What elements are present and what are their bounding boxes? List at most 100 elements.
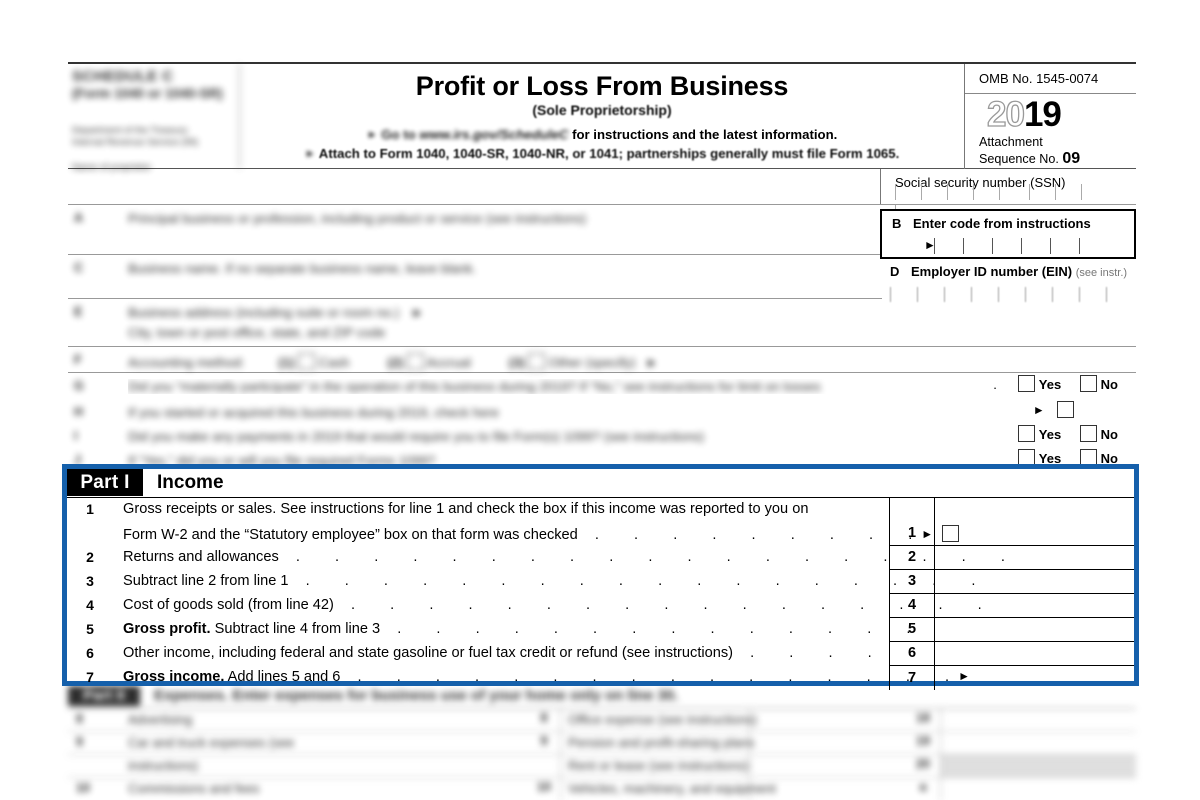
schedule-c-form-page: SCHEDULE C (Form 1040 or 1040-SR) Depart… (0, 0, 1200, 800)
part-2-row: 8 Advertising 8 Office expense (see inst… (68, 709, 1136, 732)
checkbox-other[interactable] (528, 353, 546, 370)
value-input-line-1[interactable] (934, 498, 1134, 545)
line-text: Cost of goods sold (from line 42) . . . … (123, 597, 991, 613)
line-text: Subtract line 2 from line 1 . . . . . . … (123, 573, 984, 589)
part-2-line-text: Car and truck expenses (see (128, 735, 295, 750)
box-d-label-wrap: D Employer ID number (EIN) (see instr.) (882, 261, 1136, 279)
ssn-cell[interactable]: Social security number (SSN) (880, 169, 1136, 221)
line-text-continued: Form W-2 and the “Statutory employee” bo… (123, 525, 960, 543)
line-e-row: E Business address (including suite or r… (68, 299, 1136, 347)
line-i-text: Did you make any payments in 2019 that w… (128, 429, 705, 444)
line-number: 1 (86, 501, 94, 517)
label-g-no: No (1100, 377, 1118, 392)
ssn-tick-marks (895, 184, 1127, 221)
part-2-line-text: Advertising (128, 712, 193, 727)
department-line-2: Internal Revenue Service (99) (72, 137, 199, 149)
leader-dots: . . . . . . . . . . . . . . . . (344, 669, 959, 685)
value-row-number: 4 (907, 597, 917, 613)
part-2-line-number: 10 (76, 781, 90, 795)
line-i-row: I Did you make any payments in 2019 that… (68, 423, 1136, 447)
line-label: Add lines 5 and 6 (227, 669, 341, 685)
value-row: 6 (890, 642, 1134, 666)
value-input-line-2[interactable] (934, 546, 1134, 569)
value-row-number: 1 (907, 525, 917, 541)
line-e-text-main: Business address (including suite or roo… (128, 305, 400, 320)
line-label: Subtract line 2 from line 1 (123, 573, 289, 589)
department-line-1: Department of the Treasury (72, 124, 188, 136)
part-2-value-cell-right[interactable] (940, 709, 1136, 731)
value-row-number: 3 (907, 573, 917, 589)
value-row: 2 (890, 546, 1134, 570)
line-f-row: F Accounting method: (1) Cash (2) Accrua… (68, 347, 1136, 373)
value-input-line-4[interactable] (934, 594, 1134, 617)
line-e-text: Business address (including suite or roo… (128, 305, 424, 320)
box-b-tick-marks: ► (924, 238, 1132, 256)
leader-dots: . . . . . . . . . (581, 527, 922, 543)
checkbox-i-no[interactable] (1079, 425, 1097, 442)
line-label: Returns and allowances (123, 549, 279, 565)
line-text: Returns and allowances . . . . . . . . .… (123, 549, 1014, 565)
bullet-triangle-icon: ► (366, 129, 378, 142)
line-g-text-wrap: Did you “materially participate” in the … (128, 379, 1018, 394)
proprietor-ssn-row: Social security number (SSN) (68, 169, 1136, 221)
value-row: 3 (890, 570, 1134, 594)
part-2-box-number: 8 (540, 711, 548, 725)
checkbox-i-yes[interactable] (1017, 425, 1035, 442)
option-label-cash: Cash (318, 355, 350, 370)
value-input-line-7[interactable] (934, 666, 1134, 690)
part-2-row: 10 Commissions and fees 10 Vehicles, mac… (68, 778, 1136, 800)
part-1-header: Part I Income (67, 469, 1134, 498)
checkbox-h[interactable] (1057, 401, 1075, 418)
line-number: 5 (86, 621, 94, 637)
part-2-line-number: 9 (76, 735, 83, 749)
line-number: 3 (86, 573, 94, 589)
go-to-suffix: for instructions and the latest informat… (572, 127, 838, 143)
option-label-other: Other (specify) (549, 355, 636, 370)
line-h-text: If you started or acquired this business… (128, 405, 499, 420)
line-i-answer-group: Yes No (1017, 425, 1132, 444)
checkbox-cash[interactable] (298, 353, 316, 370)
line-e-text-2: City, town or post office, state, and ZI… (128, 325, 386, 340)
label-i-yes: Yes (1038, 427, 1062, 442)
bullet-triangle-icon-2: ► (304, 148, 316, 161)
part-2-box-number-right: a (919, 780, 927, 794)
attach-to-form-text: Attach to Form 1040, 1040-SR, 1040-NR, o… (318, 146, 900, 162)
part-2-row: instructions) Rent or lease (see instruc… (68, 755, 1136, 778)
part-2-box-number-right: 18 (916, 711, 930, 725)
sequence-number: 09 (1062, 150, 1081, 168)
part-2-value-cell-right[interactable] (940, 778, 1136, 800)
line-label: Subtract line 4 from line 3 (214, 621, 381, 637)
value-row: 5 (890, 618, 1134, 642)
attachment-label: Attachment (979, 135, 1043, 149)
value-row: 7 (890, 666, 1134, 690)
box-b-arrow-icon: ► (924, 238, 936, 252)
form-header: SCHEDULE C (Form 1040 or 1040-SR) Depart… (68, 62, 1136, 173)
option-marker-3: (3) (508, 355, 525, 370)
checkbox-accrual[interactable] (406, 353, 424, 370)
option-marker-1: (1) (278, 355, 295, 370)
value-input-line-3[interactable] (934, 570, 1134, 593)
line-text: Gross receipts or sales. See instruction… (123, 501, 809, 517)
line-number: 2 (86, 549, 94, 565)
sequence-label: Sequence No. (979, 152, 1059, 167)
line-g-letter: G (74, 379, 84, 393)
box-b-enter-code[interactable]: B Enter code from instructions ► (880, 209, 1136, 259)
part-2-box-number: 9 (540, 734, 548, 748)
checkbox-g-no[interactable] (1079, 375, 1097, 392)
value-row: 4 (890, 594, 1134, 618)
value-row-number: 7 (907, 670, 917, 686)
line-i-letter: I (74, 429, 78, 443)
value-input-line-5[interactable] (934, 618, 1134, 641)
leader-dots: . . . . . . . . . . . . . . (384, 621, 920, 637)
irs-url-link[interactable]: www.irs.gov/ScheduleC (419, 127, 568, 142)
checkbox-g-yes[interactable] (1017, 375, 1035, 392)
line-h-row: H If you started or acquired this busine… (68, 399, 1136, 423)
part-2-row: 9 Car and truck expenses (see 9 Pension … (68, 732, 1136, 755)
part-1-value-column: 1 2 3 4 5 6 7 (889, 498, 1134, 690)
part-2-value-cell-right[interactable] (940, 732, 1136, 754)
box-d-employer-id[interactable]: D Employer ID number (EIN) (see instr.) (882, 261, 1136, 303)
leader-dots: . . . . (737, 645, 881, 661)
part-2-line-text: instructions) (128, 758, 199, 773)
line-h-arrow-icon: ► (1032, 403, 1045, 417)
value-input-line-6[interactable] (934, 642, 1134, 665)
